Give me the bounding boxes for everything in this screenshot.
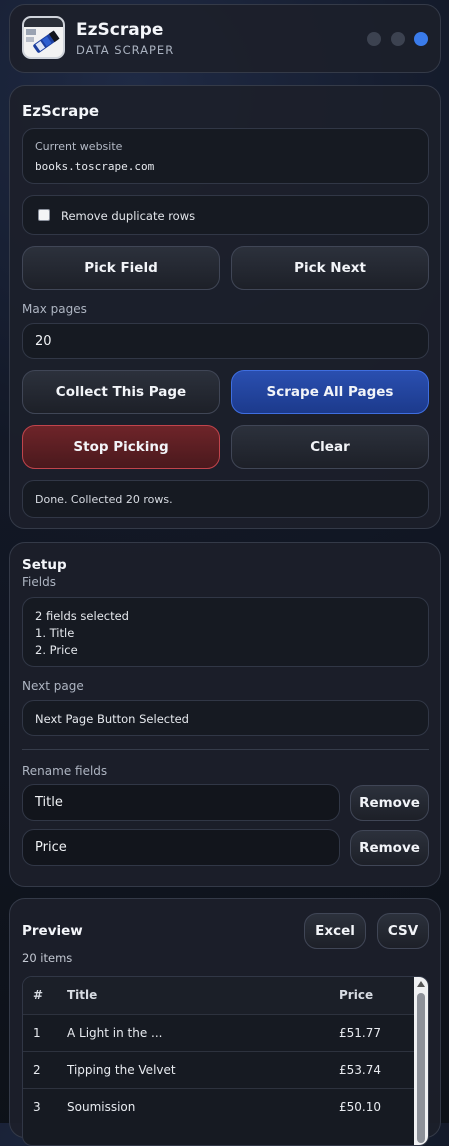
step-indicator-2 (391, 32, 405, 46)
column-header-title: Title (67, 977, 339, 1014)
status-box: Done. Collected 20 rows. (22, 480, 429, 518)
field-item-title: 1. Title (35, 626, 75, 640)
scrollbar-thumb[interactable] (417, 993, 425, 1143)
preview-panel: Preview 20 items Excel CSV # Title Price… (9, 898, 441, 1146)
export-excel-button[interactable]: Excel (304, 913, 366, 949)
preview-table: # Title Price 1 A Light in the ... £51.7… (23, 977, 428, 1125)
rename-field-input-title[interactable]: Title (22, 784, 340, 821)
step-indicator-3 (414, 32, 428, 46)
column-header-index: # (23, 977, 67, 1014)
app-subtitle: DATA SCRAPER (76, 43, 175, 57)
cell-index: 3 (23, 1087, 67, 1125)
export-csv-button[interactable]: CSV (377, 913, 429, 949)
cell-title: Tipping the Velvet (67, 1050, 339, 1088)
cell-title: A Light in the ... (67, 1013, 339, 1051)
setup-panel: Setup Fields 2 fields selected 1. Title … (9, 542, 441, 887)
fields-summary: 2 fields selected (35, 609, 129, 623)
preview-title: Preview (22, 923, 83, 939)
fields-label: Fields (22, 575, 56, 589)
controls-title: EzScrape (22, 102, 100, 120)
cell-index: 2 (23, 1050, 67, 1088)
setup-title: Setup (22, 557, 67, 573)
max-pages-input[interactable]: 20 (22, 323, 429, 359)
pick-field-button[interactable]: Pick Field (22, 246, 220, 290)
remove-duplicates-label: Remove duplicate rows (61, 209, 196, 223)
remove-duplicates-row[interactable]: Remove duplicate rows (22, 195, 429, 235)
step-indicator-1 (367, 32, 381, 46)
table-row: 2 Tipping the Velvet £53.74 (23, 1050, 428, 1088)
divider (22, 749, 429, 750)
next-page-value: Next Page Button Selected (35, 712, 189, 726)
rename-field-input-price[interactable]: Price (22, 829, 340, 866)
clear-button[interactable]: Clear (231, 425, 429, 469)
cell-index: 1 (23, 1013, 67, 1051)
max-pages-label: Max pages (22, 302, 87, 316)
remove-duplicates-checkbox[interactable] (38, 209, 50, 221)
table-scrollbar[interactable] (414, 977, 428, 1145)
fields-summary-box: 2 fields selected 1. Title 2. Price (22, 597, 429, 667)
controls-panel: EzScrape Current website books.toscrape.… (9, 85, 441, 529)
table-row: 1 A Light in the ... £51.77 (23, 1013, 428, 1051)
max-pages-value: 20 (35, 334, 52, 349)
scrape-all-button[interactable]: Scrape All Pages (231, 370, 429, 414)
remove-field-button[interactable]: Remove (350, 830, 429, 866)
table-header-row: # Title Price (23, 977, 428, 1014)
current-website-label: Current website (35, 140, 123, 153)
rename-field-value: Price (35, 840, 67, 855)
rename-field-value: Title (35, 795, 63, 810)
current-website-box: Current website books.toscrape.com (22, 128, 429, 184)
pick-next-button[interactable]: Pick Next (231, 246, 429, 290)
app-header: EzScrape DATA SCRAPER (9, 4, 441, 73)
next-page-box: Next Page Button Selected (22, 700, 429, 736)
preview-table-container: # Title Price 1 A Light in the ... £51.7… (22, 976, 429, 1146)
app-logo (22, 16, 65, 59)
next-page-label: Next page (22, 679, 84, 693)
preview-count: 20 items (22, 951, 73, 965)
rename-fields-label: Rename fields (22, 764, 108, 778)
field-item-price: 2. Price (35, 643, 78, 657)
remove-field-button[interactable]: Remove (350, 785, 429, 821)
current-website-value: books.toscrape.com (35, 160, 155, 173)
app-title: EzScrape (76, 20, 164, 40)
collect-page-button[interactable]: Collect This Page (22, 370, 220, 414)
table-row: 3 Soumission £50.10 (23, 1087, 428, 1125)
stop-picking-button[interactable]: Stop Picking (22, 425, 220, 469)
status-text: Done. Collected 20 rows. (35, 493, 173, 506)
cell-title: Soumission (67, 1087, 339, 1125)
scroll-up-icon[interactable] (417, 981, 425, 987)
